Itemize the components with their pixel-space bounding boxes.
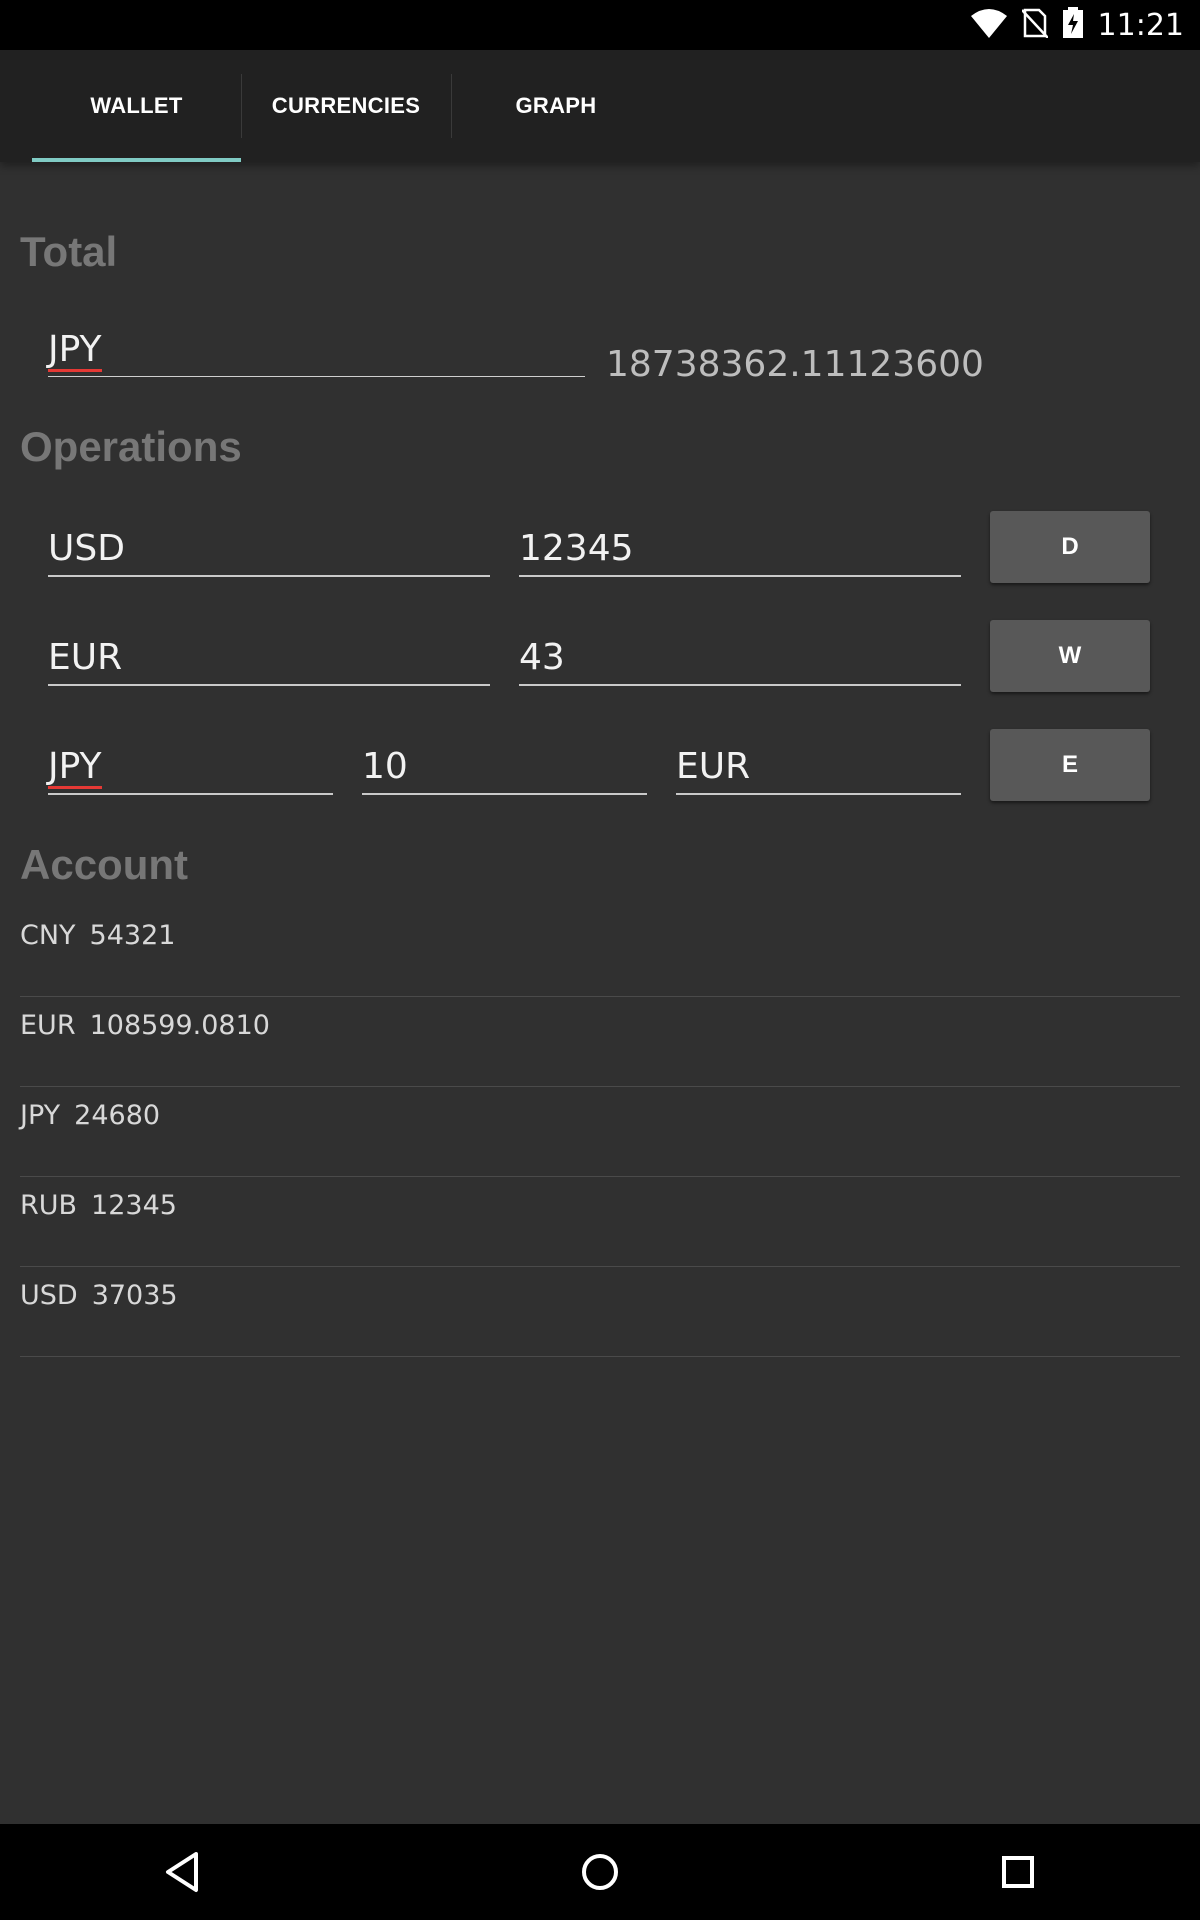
deposit-button[interactable]: D bbox=[990, 511, 1150, 583]
tab-currencies[interactable]: CURRENCIES bbox=[242, 50, 450, 162]
wifi-icon bbox=[970, 8, 1008, 43]
account-title: Account bbox=[20, 841, 188, 888]
total-currency-input[interactable]: JPY bbox=[48, 324, 585, 377]
no-sim-icon bbox=[1020, 8, 1049, 43]
battery-charging-icon bbox=[1062, 6, 1084, 44]
account-row-content: JPY 24680 bbox=[20, 1100, 160, 1131]
tab-bar: WALLET CURRENCIES GRAPH bbox=[0, 50, 1200, 162]
home-icon[interactable] bbox=[540, 1824, 660, 1920]
navigation-bar bbox=[0, 1824, 1200, 1920]
account-currency-code: USD bbox=[20, 1280, 78, 1311]
account-row[interactable]: EUR 108599.0810 bbox=[20, 996, 1180, 1087]
total-title: Total bbox=[20, 228, 118, 275]
account-row[interactable]: RUB 12345 bbox=[20, 1176, 1180, 1267]
account-row[interactable]: USD 37035 bbox=[20, 1266, 1180, 1357]
tab-graph[interactable]: GRAPH bbox=[452, 50, 660, 162]
exchange-from-currency-input[interactable]: JPY bbox=[48, 741, 333, 795]
account-currency-code: EUR bbox=[20, 1010, 76, 1041]
account-currency-code: RUB bbox=[20, 1190, 78, 1221]
withdraw-button[interactable]: W bbox=[990, 620, 1150, 692]
account-balance: 24680 bbox=[74, 1100, 161, 1131]
back-icon[interactable] bbox=[122, 1824, 242, 1920]
exchange-button[interactable]: E bbox=[990, 729, 1150, 801]
account-balance: 37035 bbox=[91, 1280, 178, 1311]
total-currency-value: JPY bbox=[48, 324, 102, 376]
account-row[interactable]: JPY 24680 bbox=[20, 1086, 1180, 1177]
tab-wallet[interactable]: WALLET bbox=[32, 50, 241, 162]
status-time: 11:21 bbox=[1097, 7, 1184, 43]
selected-tab-indicator bbox=[32, 158, 241, 162]
account-row-content: CNY 54321 bbox=[20, 920, 175, 951]
account-row[interactable]: CNY 54321 bbox=[20, 906, 1180, 997]
deposit-amount-input[interactable]: 12345 bbox=[519, 523, 961, 577]
exchange-amount-input[interactable]: 10 bbox=[362, 741, 647, 795]
account-row-content: RUB 12345 bbox=[20, 1190, 177, 1221]
status-icons: 11:21 bbox=[970, 0, 1184, 50]
account-balance: 12345 bbox=[91, 1190, 177, 1221]
status-bar: 11:21 bbox=[0, 0, 1200, 50]
account-currency-code: JPY bbox=[20, 1100, 61, 1131]
account-balance: 108599.0810 bbox=[89, 1010, 270, 1041]
account-row-content: USD 37035 bbox=[20, 1280, 178, 1311]
exchange-to-currency-input[interactable]: EUR bbox=[676, 741, 961, 795]
withdraw-currency-input[interactable]: EUR bbox=[48, 632, 490, 686]
recents-icon[interactable] bbox=[958, 1824, 1078, 1920]
exchange-from-currency-value: JPY bbox=[48, 741, 102, 793]
total-value: 18738362.11123600 bbox=[606, 344, 984, 385]
account-row-content: EUR 108599.0810 bbox=[20, 1010, 270, 1041]
account-balance: 54321 bbox=[89, 920, 176, 951]
deposit-currency-input[interactable]: USD bbox=[48, 523, 490, 577]
account-currency-code: CNY bbox=[20, 920, 76, 951]
operations-title: Operations bbox=[20, 423, 242, 470]
withdraw-amount-input[interactable]: 43 bbox=[519, 632, 961, 686]
